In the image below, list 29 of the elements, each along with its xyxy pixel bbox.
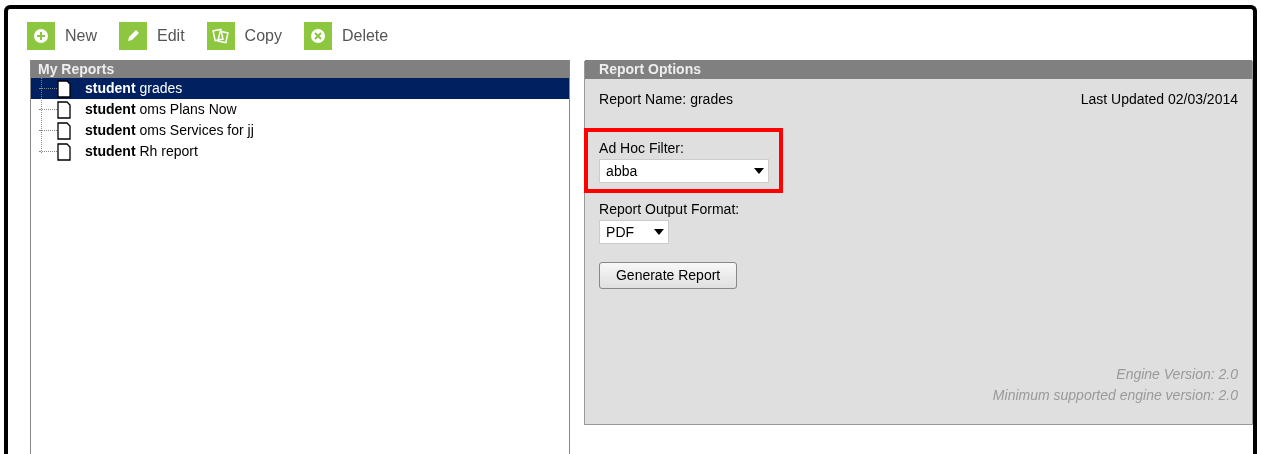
plus-icon [27,22,55,50]
document-icon [57,100,71,119]
caret-icon [654,229,665,235]
field-label: Ad Hoc Filter: [599,139,685,158]
close-icon [303,22,332,50]
filter-dropdown[interactable]: abba [599,159,770,183]
engine-version: Minimum supported engine version: 2.0 [991,386,1238,405]
document-icon [57,121,71,140]
report-name: Report Name: grades [599,90,733,109]
new-button[interactable]: New [27,22,97,50]
report-item[interactable]: student oms Plans Now [31,99,570,120]
report-item[interactable]: student grades [31,78,570,99]
report-item[interactable]: student oms Services for jj [31,120,570,141]
generate-button[interactable]: Generate Report [599,262,738,289]
document-icon [57,79,71,98]
delete-button[interactable]: Delete [303,22,389,50]
panel-header: My Reports [31,60,570,78]
edit-button[interactable]: Edit [119,22,185,50]
pencil-icon [119,22,147,50]
report-item[interactable]: student Rh report [31,141,570,162]
panel-header: Report Options [585,60,1252,79]
field-label: Report Output Format: [599,200,741,219]
pages-icon [206,22,235,50]
caret-icon [754,168,765,174]
engine-version: Engine Version: 2.0 [1115,365,1238,384]
document-icon [57,142,71,161]
copy-button[interactable]: Copy [206,22,282,50]
format-dropdown[interactable]: PDF [599,220,670,244]
last-updated: Last Updated 02/03/2014 [1080,90,1238,109]
